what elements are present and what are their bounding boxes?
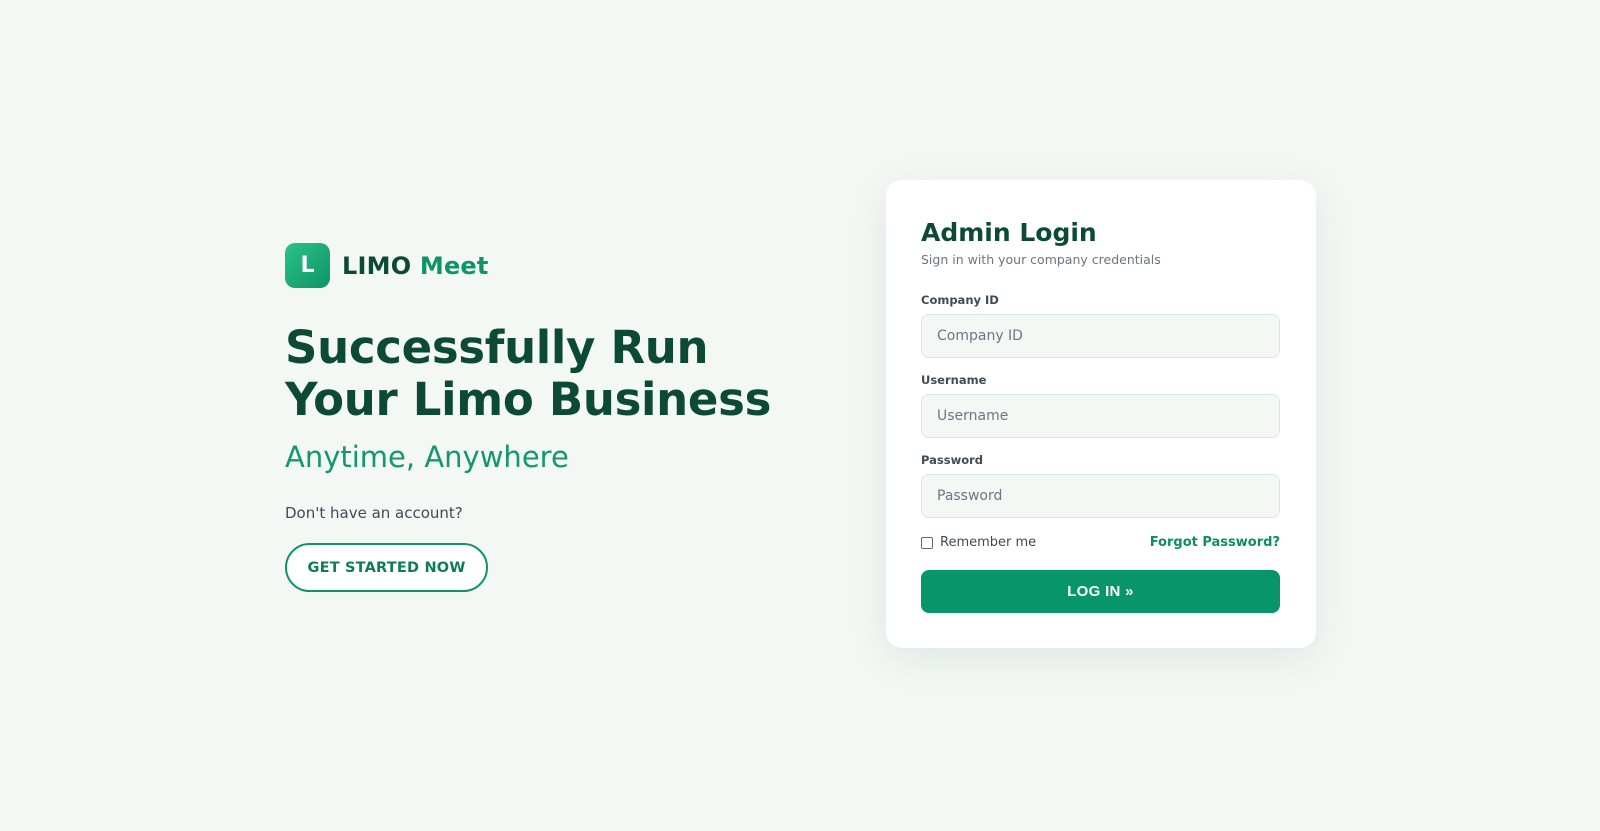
login-subtitle: Sign in with your company credentials [921,252,1161,267]
brand: L LIMO Meet [285,243,805,288]
brand-name-primary: LIMO [342,251,412,280]
username-input[interactable] [921,394,1280,438]
company-id-label: Company ID [921,293,999,307]
hero-headline: Successfully Run Your Limo Business [285,321,772,426]
remember-me[interactable]: Remember me [921,535,1036,550]
username-label: Username [921,373,987,387]
login-title: Admin Login [921,218,1097,247]
password-input[interactable] [921,474,1280,518]
no-account-text: Don't have an account? [285,504,463,522]
forgot-password-link[interactable]: Forgot Password? [1150,535,1280,550]
hero-section: L LIMO Meet Successfully Run Your Limo B… [285,243,805,592]
company-id-input[interactable] [921,314,1280,358]
password-label: Password [921,453,983,467]
brand-name: LIMO Meet [342,252,489,280]
login-options: Remember me Forgot Password? [921,535,1280,550]
logo-letter: L [300,253,315,278]
hero-tagline: Anytime, Anywhere [285,440,569,474]
logo-icon: L [285,243,330,288]
get-started-button[interactable]: GET STARTED NOW [285,543,488,592]
login-button[interactable]: LOG IN » [921,570,1280,613]
remember-me-checkbox[interactable] [921,536,933,549]
login-page: L LIMO Meet Successfully Run Your Limo B… [0,0,1600,831]
brand-name-accent: Meet [419,251,489,280]
login-card: Admin Login Sign in with your company cr… [886,180,1316,648]
remember-me-label: Remember me [940,535,1037,550]
